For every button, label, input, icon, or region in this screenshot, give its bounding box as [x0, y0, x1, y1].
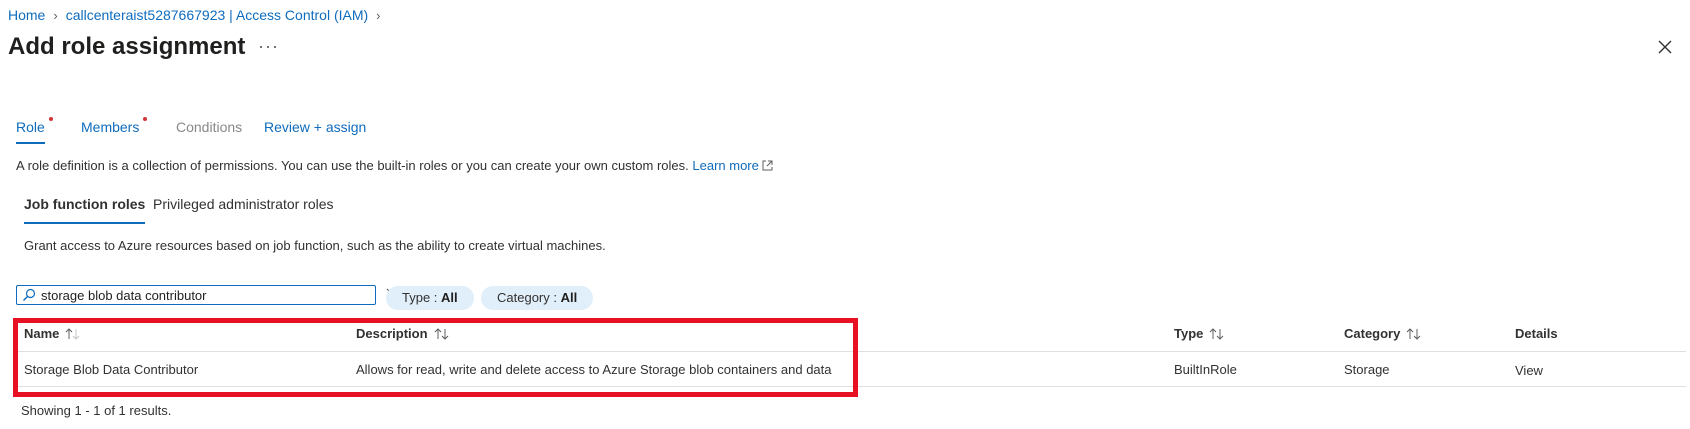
category-filter-label: Category :	[497, 290, 561, 305]
column-header-category[interactable]: Category	[1344, 326, 1422, 341]
role-description: A role definition is a collection of per…	[16, 158, 773, 173]
tab-label: Members	[81, 119, 140, 135]
required-dot	[48, 117, 53, 121]
sort-icon	[1407, 327, 1421, 340]
page-title: Add role assignment	[8, 33, 246, 60]
chevron-right-icon: ›	[53, 7, 58, 23]
row-divider	[16, 386, 1686, 387]
role-description-text: A role definition is a collection of per…	[16, 158, 689, 173]
sort-icon	[66, 327, 80, 340]
column-header-name[interactable]: Name	[24, 326, 81, 341]
subtab-privileged-admin-roles[interactable]: Privileged administrator roles	[153, 196, 334, 222]
subtab-job-function-roles[interactable]: Job function roles	[24, 196, 146, 224]
sort-icon	[1210, 327, 1224, 340]
tab-label: Role	[16, 119, 45, 135]
column-header-label: Details	[1515, 326, 1558, 341]
breadcrumb: Home › callcenteraist5287667923 | Access…	[8, 6, 381, 24]
required-dot	[143, 117, 148, 121]
breadcrumb-home[interactable]: Home	[8, 7, 45, 23]
sort-icon	[434, 327, 448, 340]
learn-more-link[interactable]: Learn more	[692, 158, 773, 173]
type-filter-pill[interactable]: Type : All	[386, 286, 474, 310]
search-field[interactable]	[16, 285, 376, 305]
close-button[interactable]	[1654, 36, 1676, 58]
type-filter-value: All	[441, 290, 458, 305]
chevron-right-icon: ›	[376, 7, 381, 23]
results-count: Showing 1 - 1 of 1 results.	[21, 403, 172, 418]
learn-more-label: Learn more	[692, 158, 759, 173]
column-header-type[interactable]: Type	[1174, 326, 1225, 341]
category-filter-pill[interactable]: Category : All	[481, 286, 594, 310]
breadcrumb-resource[interactable]: callcenteraist5287667923 | Access Contro…	[66, 7, 368, 23]
column-header-details: Details	[1515, 326, 1558, 341]
type-filter-label: Type :	[402, 290, 442, 305]
category-filter-value: All	[560, 290, 578, 305]
row-category: Storage	[1344, 362, 1390, 377]
column-header-label: Description	[356, 326, 428, 341]
column-header-label: Name	[24, 326, 60, 341]
tab-members[interactable]: Members	[81, 117, 148, 142]
row-name[interactable]: Storage Blob Data Contributor	[24, 362, 198, 377]
external-link-icon	[762, 160, 773, 171]
column-header-label: Category	[1344, 326, 1401, 341]
column-header-label: Type	[1174, 326, 1204, 341]
more-options-button[interactable]: ···	[258, 36, 279, 57]
row-description: Allows for read, write and delete access…	[356, 362, 832, 377]
tab-role[interactable]: Role	[16, 117, 53, 144]
column-header-description[interactable]: Description	[356, 326, 450, 341]
close-icon	[1658, 40, 1672, 54]
view-details-link[interactable]: View	[1515, 363, 1543, 378]
row-type: BuiltInRole	[1174, 362, 1237, 377]
search-input[interactable]	[37, 287, 361, 303]
tab-review-assign[interactable]: Review + assign	[264, 118, 366, 142]
search-icon	[23, 288, 36, 301]
header-divider	[16, 351, 1686, 352]
grant-description: Grant access to Azure resources based on…	[24, 238, 606, 253]
tab-conditions[interactable]: Conditions	[176, 118, 242, 142]
